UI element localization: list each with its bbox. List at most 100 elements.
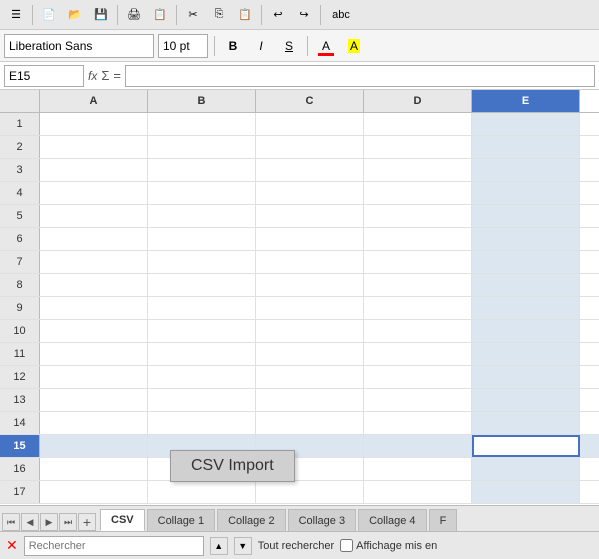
cell-a1[interactable] (40, 113, 148, 135)
redo-btn[interactable]: ↪ (292, 3, 316, 27)
cell-e12[interactable] (472, 366, 580, 388)
cell-c12[interactable] (256, 366, 364, 388)
cell-a16[interactable] (40, 458, 148, 480)
sheet-tab-collage2[interactable]: Collage 2 (217, 509, 285, 531)
cell-d7[interactable] (364, 251, 472, 273)
cell-e8[interactable] (472, 274, 580, 296)
cell-b10[interactable] (148, 320, 256, 342)
cell-a10[interactable] (40, 320, 148, 342)
add-sheet-button[interactable]: + (78, 513, 96, 531)
cell-b6[interactable] (148, 228, 256, 250)
search-down-button[interactable]: ▼ (234, 537, 252, 555)
tab-nav-last[interactable]: ⏭ (59, 513, 77, 531)
row-header-9[interactable]: 9 (0, 297, 40, 319)
tab-nav-next[interactable]: ▶ (40, 513, 58, 531)
font-color-button[interactable]: A (314, 34, 338, 58)
copy-btn[interactable]: ⎘ (207, 3, 231, 27)
cell-b11[interactable] (148, 343, 256, 365)
bold-button[interactable]: B (221, 34, 245, 58)
cell-c11[interactable] (256, 343, 364, 365)
sheet-tab-collage4[interactable]: Collage 4 (358, 509, 426, 531)
cell-e3[interactable] (472, 159, 580, 181)
cell-b13[interactable] (148, 389, 256, 411)
cell-b1[interactable] (148, 113, 256, 135)
sum-icon[interactable]: Σ (101, 68, 109, 83)
cell-c2[interactable] (256, 136, 364, 158)
row-header-10[interactable]: 10 (0, 320, 40, 342)
cell-b2[interactable] (148, 136, 256, 158)
cell-a8[interactable] (40, 274, 148, 296)
cell-e9[interactable] (472, 297, 580, 319)
cell-a2[interactable] (40, 136, 148, 158)
sheet-tab-f[interactable]: F (429, 509, 458, 531)
cut-btn[interactable]: ✂ (181, 3, 205, 27)
cell-e6[interactable] (472, 228, 580, 250)
cell-a13[interactable] (40, 389, 148, 411)
cell-a5[interactable] (40, 205, 148, 227)
cell-d11[interactable] (364, 343, 472, 365)
undo-btn[interactable]: ↩ (266, 3, 290, 27)
save-btn[interactable]: 💾 (89, 3, 113, 27)
cell-d2[interactable] (364, 136, 472, 158)
cell-d8[interactable] (364, 274, 472, 296)
col-header-d[interactable]: D (364, 90, 472, 112)
cell-d10[interactable] (364, 320, 472, 342)
cell-c8[interactable] (256, 274, 364, 296)
cell-a4[interactable] (40, 182, 148, 204)
cell-b3[interactable] (148, 159, 256, 181)
cell-c1[interactable] (256, 113, 364, 135)
row-header-11[interactable]: 11 (0, 343, 40, 365)
row-header-8[interactable]: 8 (0, 274, 40, 296)
pdf-btn[interactable]: 📋 (148, 3, 172, 27)
cell-e17[interactable] (472, 481, 580, 503)
cell-e2[interactable] (472, 136, 580, 158)
cell-a12[interactable] (40, 366, 148, 388)
cell-b9[interactable] (148, 297, 256, 319)
cell-b14[interactable] (148, 412, 256, 434)
search-up-button[interactable]: ▲ (210, 537, 228, 555)
cell-d1[interactable] (364, 113, 472, 135)
cell-e7[interactable] (472, 251, 580, 273)
menu-btn[interactable]: ☰ (4, 3, 28, 27)
cell-e5[interactable] (472, 205, 580, 227)
cell-a17[interactable] (40, 481, 148, 503)
cell-d12[interactable] (364, 366, 472, 388)
paste-btn[interactable]: 📋 (233, 3, 257, 27)
open-btn[interactable]: 📂 (63, 3, 87, 27)
cell-d3[interactable] (364, 159, 472, 181)
cell-c3[interactable] (256, 159, 364, 181)
cell-e11[interactable] (472, 343, 580, 365)
col-header-a[interactable]: A (40, 90, 148, 112)
row-header-7[interactable]: 7 (0, 251, 40, 273)
tab-nav-prev[interactable]: ◀ (21, 513, 39, 531)
cell-b17[interactable] (148, 481, 256, 503)
row-header-4[interactable]: 4 (0, 182, 40, 204)
cell-c6[interactable] (256, 228, 364, 250)
row-header-16[interactable]: 16 (0, 458, 40, 480)
cell-c4[interactable] (256, 182, 364, 204)
affichage-checkbox-input[interactable] (340, 539, 353, 552)
find-all-label[interactable]: Tout rechercher (258, 540, 334, 552)
cell-d6[interactable] (364, 228, 472, 250)
cell-b8[interactable] (148, 274, 256, 296)
formula-input[interactable] (125, 65, 595, 87)
search-close-button[interactable]: ✕ (6, 537, 18, 554)
cell-a9[interactable] (40, 297, 148, 319)
row-header-13[interactable]: 13 (0, 389, 40, 411)
row-header-17[interactable]: 17 (0, 481, 40, 503)
cell-a6[interactable] (40, 228, 148, 250)
sheet-tab-csv[interactable]: CSV (100, 509, 145, 531)
equals-icon[interactable]: = (113, 68, 121, 83)
cell-b4[interactable] (148, 182, 256, 204)
search-input[interactable] (24, 536, 204, 556)
cell-e4[interactable] (472, 182, 580, 204)
row-header-5[interactable]: 5 (0, 205, 40, 227)
cell-e15[interactable] (472, 435, 580, 457)
cell-c10[interactable] (256, 320, 364, 342)
cell-e1[interactable] (472, 113, 580, 135)
row-header-3[interactable]: 3 (0, 159, 40, 181)
cell-e16[interactable] (472, 458, 580, 480)
corner-cell[interactable] (0, 90, 40, 112)
highlight-color-button[interactable]: A (342, 34, 366, 58)
row-header-12[interactable]: 12 (0, 366, 40, 388)
